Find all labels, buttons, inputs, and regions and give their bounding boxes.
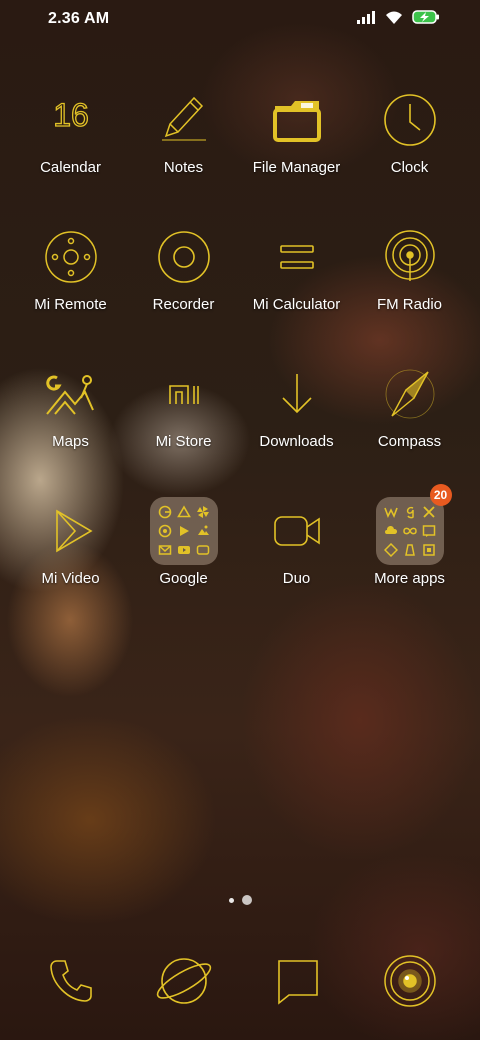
map-icon <box>35 358 107 430</box>
app-label: Google <box>159 570 208 587</box>
calendar-day: 16 <box>53 97 89 133</box>
folder-more-apps[interactable]: 20 More apps <box>353 484 466 632</box>
app-label: Mi Calculator <box>252 296 341 313</box>
infinity-icon <box>402 527 417 535</box>
security-icon <box>422 544 435 556</box>
app-mi-calculator[interactable]: Mi Calculator <box>240 221 353 358</box>
recorder-icon <box>148 221 220 293</box>
notification-badge: 20 <box>429 484 452 506</box>
app-label: Notes <box>163 159 204 176</box>
compass-icon <box>374 358 446 430</box>
app-grid: 16 Calendar Notes File Manager Clock Mi … <box>14 84 466 632</box>
scanner-icon <box>383 543 398 557</box>
folder-preview <box>149 497 218 565</box>
page-dot[interactable] <box>228 897 234 903</box>
app-label: Duo <box>282 570 311 587</box>
dock-browser[interactable] <box>127 945 240 1017</box>
app-row: 16 Calendar Notes File Manager Clock <box>14 84 466 221</box>
app-label: Mi Remote <box>34 296 107 313</box>
duo-small-icon <box>196 545 209 555</box>
app-label: Mi Video <box>41 570 100 587</box>
dock-phone[interactable] <box>14 945 127 1017</box>
app-row: Maps Mi Store Downloads Compass <box>14 358 466 495</box>
app-label: Mi Store <box>155 433 212 450</box>
pencil-icon <box>148 84 220 156</box>
status-time: 2.36 AM <box>48 10 110 27</box>
mi-logo-icon <box>148 358 220 430</box>
app-label: Maps <box>52 433 89 450</box>
download-arrow-icon <box>261 358 333 430</box>
app-duo[interactable]: Duo <box>240 495 353 632</box>
youtube-icon <box>177 546 190 554</box>
app-fm-radio[interactable]: FM Radio <box>353 221 466 358</box>
battery-charging-icon <box>412 9 440 25</box>
equals-icon <box>261 221 333 293</box>
app-mi-video[interactable]: Mi Video <box>14 495 127 632</box>
app-recorder[interactable]: Recorder <box>127 221 240 358</box>
phone-icon <box>35 945 107 1017</box>
app-label: Recorder <box>152 296 215 313</box>
pinwheel-icon <box>196 506 209 518</box>
feedback-icon <box>422 525 435 537</box>
app-label: File Manager <box>252 159 341 176</box>
app-compass[interactable]: Compass <box>353 358 466 495</box>
app-notes[interactable]: Notes <box>127 84 240 221</box>
wifi-icon <box>384 10 404 25</box>
messages-icon <box>261 945 333 1017</box>
app-label: Downloads <box>259 433 334 450</box>
app-maps[interactable]: Maps <box>14 358 127 495</box>
page-dot-active[interactable] <box>241 895 252 905</box>
app-label: FM Radio <box>376 296 443 313</box>
browser-planet-icon <box>148 945 220 1017</box>
g-script-icon <box>406 506 414 519</box>
app-file-manager[interactable]: File Manager <box>240 84 353 221</box>
google-g-icon <box>158 505 171 519</box>
dock-camera[interactable] <box>353 945 466 1017</box>
folder-icon: 20 <box>374 484 452 567</box>
app-downloads[interactable]: Downloads <box>240 358 353 495</box>
gallery-icon <box>197 525 209 535</box>
dock <box>14 945 466 1017</box>
folder-preview <box>375 497 444 565</box>
drive-icon <box>176 505 191 518</box>
video-camera-icon <box>261 495 333 567</box>
calendar-icon: 16 <box>35 84 107 156</box>
status-icons <box>356 9 440 25</box>
remote-icon <box>35 221 107 293</box>
signal-icon <box>356 10 376 24</box>
status-bar: 2.36 AM <box>0 0 480 40</box>
gmail-icon <box>158 545 171 555</box>
app-label: Compass <box>377 433 442 450</box>
folder-icon <box>261 84 333 156</box>
chrome-icon <box>158 524 171 538</box>
app-mi-remote[interactable]: Mi Remote <box>14 221 127 358</box>
folder-google[interactable]: Google <box>127 495 240 632</box>
tools-icon <box>422 506 435 518</box>
app-clock[interactable]: Clock <box>353 84 466 221</box>
clock-icon <box>374 84 446 156</box>
play-store-icon <box>179 526 189 536</box>
app-row: Mi Remote Recorder Mi Calculator FM Radi… <box>14 221 466 358</box>
app-row: Mi Video Google Duo 20 More apps <box>14 484 466 632</box>
app-calendar[interactable]: 16 Calendar <box>14 84 127 221</box>
radio-icon <box>374 221 446 293</box>
page-indicator[interactable] <box>0 895 480 905</box>
app-label: Calendar <box>40 159 101 176</box>
wps-icon <box>383 507 398 518</box>
app-label: Clock <box>390 159 429 176</box>
camera-icon <box>374 945 446 1017</box>
app-mi-store[interactable]: Mi Store <box>127 358 240 495</box>
cleaner-icon <box>404 544 415 556</box>
app-label: More apps <box>374 570 445 587</box>
folder-icon <box>148 495 220 567</box>
dock-messages[interactable] <box>240 945 353 1017</box>
weather-icon <box>384 525 397 534</box>
play-icon <box>35 495 107 567</box>
